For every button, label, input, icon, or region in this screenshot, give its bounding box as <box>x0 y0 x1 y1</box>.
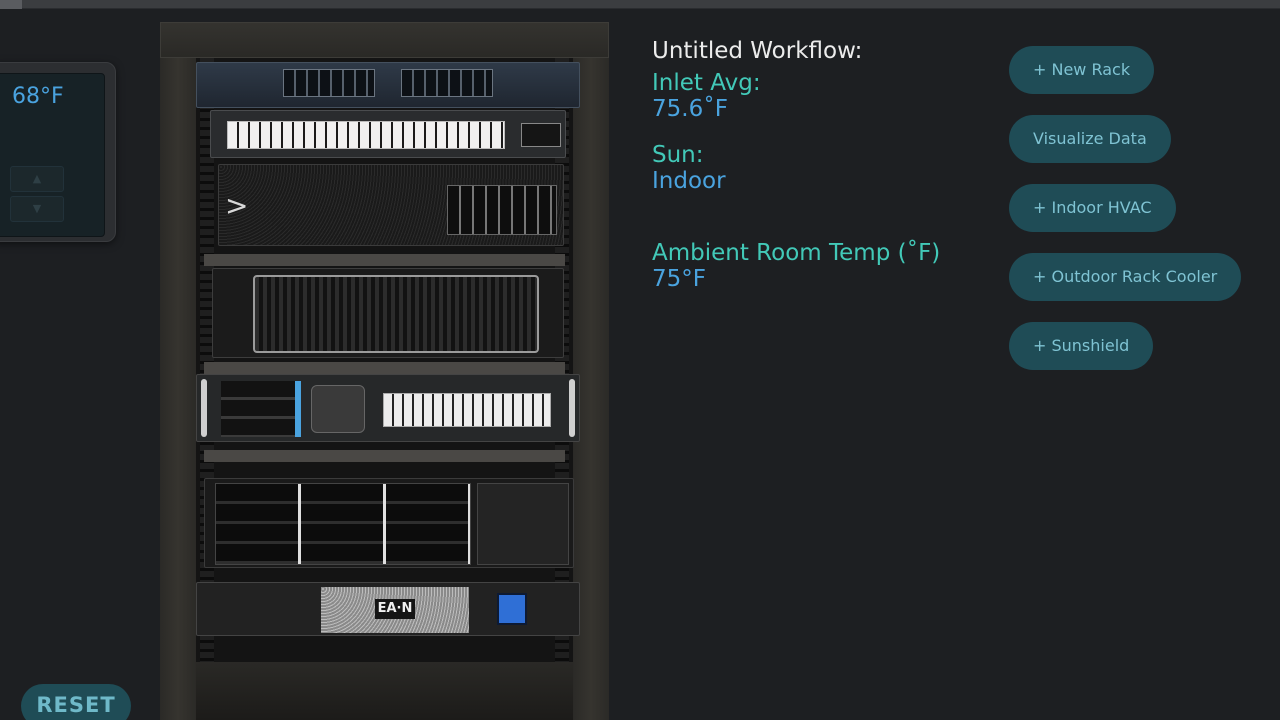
server-rack: > EA·N <box>160 22 609 720</box>
storage-server[interactable] <box>196 374 580 442</box>
drive-bays <box>221 381 301 437</box>
nas-control-panel <box>477 483 569 565</box>
sun-block: Sun: Indoor <box>652 142 726 194</box>
sun-label: Sun: <box>652 142 704 168</box>
ups-brand-logo: EA·N <box>375 599 415 619</box>
router-ports <box>447 185 557 235</box>
rack-shelf <box>204 362 565 374</box>
rack-shelf <box>204 450 565 462</box>
patch-ports-left <box>283 69 375 97</box>
rack-side-left <box>160 58 196 720</box>
outdoor-rack-cooler-button[interactable]: + Outdoor Rack Cooler <box>1009 253 1242 301</box>
top-bar <box>0 0 1280 9</box>
rack-handle-right <box>569 379 575 437</box>
rack-handle-left <box>201 379 207 437</box>
inlet-avg-label: Inlet Avg: <box>652 70 761 96</box>
ups-unit[interactable]: EA·N <box>196 582 580 636</box>
rack-server[interactable] <box>212 268 564 358</box>
nas-drive-bays <box>215 483 471 565</box>
new-rack-button[interactable]: + New Rack <box>1009 46 1155 94</box>
visualize-data-button[interactable]: Visualize Data <box>1009 115 1171 163</box>
router-appliance[interactable]: > <box>218 164 564 246</box>
patch-panel[interactable] <box>196 62 580 108</box>
network-switch[interactable] <box>210 110 566 158</box>
rack-top-panel <box>160 22 609 58</box>
patch-ports-right <box>401 69 493 97</box>
top-bar-tab <box>0 0 22 9</box>
temp-down-button[interactable]: ▼ <box>10 196 64 222</box>
inlet-avg-value: 75.6˚F <box>652 96 728 122</box>
workflow-title: Untitled Workflow: <box>652 38 862 64</box>
nas-storage[interactable] <box>204 478 574 568</box>
fan-icon <box>311 385 365 433</box>
indoor-hvac-button[interactable]: + Indoor HVAC <box>1009 184 1176 232</box>
switch-ports <box>227 121 505 149</box>
rack-shelf <box>204 254 565 266</box>
ambient-temp-label: Ambient Room Temp (˚F) <box>652 240 941 266</box>
inlet-avg-block: Inlet Avg: 75.6˚F <box>652 70 761 122</box>
rack-bottom <box>196 662 573 720</box>
thermostat-temperature: 68°F <box>12 84 64 109</box>
ups-display <box>497 593 527 625</box>
ambient-temp-value: 75°F <box>652 266 706 292</box>
temp-up-button[interactable]: ▲ <box>10 166 64 192</box>
reset-button[interactable]: RESET <box>21 684 131 720</box>
sun-value: Indoor <box>652 168 726 194</box>
ambient-temp-block: Ambient Room Temp (˚F) 75°F <box>652 240 940 292</box>
chevron-right-icon: > <box>225 189 249 222</box>
thermostat-screen: 68°F ▲ ▼ <box>0 73 105 237</box>
sunshield-button[interactable]: + Sunshield <box>1009 322 1154 370</box>
workflow-title-text: Untitled Workflow: <box>652 38 863 64</box>
server-bezel <box>253 275 539 353</box>
switch-uplink-port <box>521 123 561 147</box>
server-ports <box>383 393 551 427</box>
thermostat-panel: 68°F ▲ ▼ <box>0 62 116 242</box>
